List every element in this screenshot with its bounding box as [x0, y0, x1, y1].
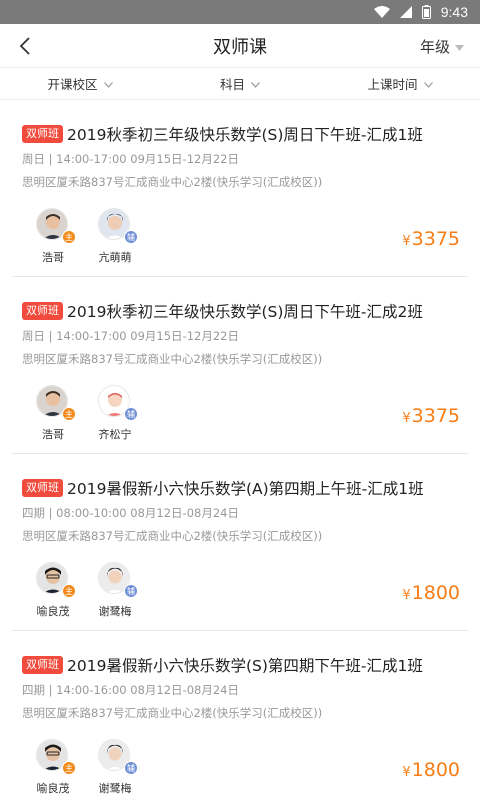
course-card[interactable]: 双师班 2019秋季初三年级快乐数学(S)周日下午班-汇成2班 周日 | 14:…: [12, 277, 468, 454]
course-schedule: 周日 | 14:00-17:00 09月15日-12月22日: [22, 152, 239, 166]
course-schedule: 四期 | 08:00-10:00 08月12日-08月24日: [22, 506, 239, 520]
teacher-role-badge: 辅: [124, 761, 138, 775]
teacher-name: 喻良茂: [36, 605, 70, 618]
status-time: 9:43: [440, 4, 468, 20]
chevron-down-icon: [423, 76, 433, 91]
teacher-name: 喻良茂: [36, 782, 70, 795]
grade-filter-button[interactable]: 年级: [420, 24, 464, 68]
teacher-role-badge: 辅: [124, 230, 138, 244]
teacher-list: 主 喻良茂 辅 谢鹭梅: [22, 739, 146, 796]
teacher[interactable]: 主 浩哥: [22, 208, 84, 265]
filter-class-time-label: 上课时间: [367, 77, 418, 92]
filter-bar: 开课校区 科目 上课时间: [0, 68, 480, 100]
back-button[interactable]: [10, 30, 40, 62]
course-type-badge: 双师班: [22, 302, 63, 320]
course-card[interactable]: 双师班 2019秋季初三年级快乐数学(S)周日下午班-汇成1班 周日 | 14:…: [12, 100, 468, 277]
battery-icon: [421, 5, 431, 19]
back-arrow-icon: [19, 37, 30, 55]
teacher[interactable]: 辅 齐松宁: [84, 385, 146, 442]
course-price: ¥1800: [402, 582, 460, 604]
price-value: 3375: [411, 405, 460, 427]
page-title: 双师课: [213, 36, 267, 58]
course-card[interactable]: 双师班 2019暑假新小六快乐数学(S)第四期下午班-汇成1班 四期 | 14:…: [12, 631, 468, 800]
filter-campus[interactable]: 开课校区: [0, 68, 160, 99]
filter-class-time[interactable]: 上课时间: [320, 68, 480, 99]
course-title: 2019秋季初三年级快乐数学(S)周日下午班-汇成1班: [67, 126, 423, 144]
course-header: 双师班 2019暑假新小六快乐数学(S)第四期下午班-汇成1班: [22, 654, 423, 676]
teacher-name: 亢萌萌: [98, 251, 132, 264]
filter-subject[interactable]: 科目: [160, 68, 320, 99]
course-title: 2019秋季初三年级快乐数学(S)周日下午班-汇成2班: [67, 303, 423, 321]
teacher-role-badge: 辅: [124, 584, 138, 598]
nav-bar: 双师课 年级: [0, 24, 480, 68]
grade-filter-label: 年级: [419, 37, 450, 56]
course-price: ¥3375: [402, 228, 460, 250]
teacher-list: 主 浩哥 辅 亢萌萌: [22, 208, 146, 265]
course-type-badge: 双师班: [22, 125, 63, 143]
course-price: ¥1800: [402, 759, 460, 781]
teacher-list: 主 喻良茂 辅 谢鹭梅: [22, 562, 146, 619]
price-value: 1800: [411, 759, 460, 781]
course-title: 2019暑假新小六快乐数学(A)第四期上午班-汇成1班: [67, 480, 424, 498]
chevron-down-icon: [103, 76, 113, 91]
teacher[interactable]: 辅 亢萌萌: [84, 208, 146, 265]
teacher-name: 谢鹭梅: [98, 782, 132, 795]
wifi-icon: [373, 6, 390, 18]
price-value: 3375: [411, 228, 460, 250]
price-currency: ¥: [402, 411, 411, 426]
teacher-role-badge: 主: [62, 584, 76, 598]
course-schedule: 四期 | 14:00-16:00 08月12日-08月24日: [22, 683, 239, 697]
course-header: 双师班 2019秋季初三年级快乐数学(S)周日下午班-汇成2班: [22, 300, 423, 322]
course-schedule: 周日 | 14:00-17:00 09月15日-12月22日: [22, 329, 239, 343]
teacher-role-badge: 主: [62, 761, 76, 775]
status-bar: 9:43: [0, 0, 480, 24]
teacher-role-badge: 主: [62, 407, 76, 421]
price-value: 1800: [411, 582, 460, 604]
course-price: ¥3375: [402, 405, 460, 427]
teacher-role-badge: 主: [62, 230, 76, 244]
course-list: 双师班 2019秋季初三年级快乐数学(S)周日下午班-汇成1班 周日 | 14:…: [0, 100, 480, 800]
price-currency: ¥: [402, 234, 411, 249]
course-address: 思明区厦禾路837号汇成商业中心2楼(快乐学习(汇成校区)): [22, 529, 323, 543]
course-address: 思明区厦禾路837号汇成商业中心2楼(快乐学习(汇成校区)): [22, 706, 323, 720]
teacher-name: 谢鹭梅: [98, 605, 132, 618]
course-card[interactable]: 双师班 2019暑假新小六快乐数学(A)第四期上午班-汇成1班 四期 | 08:…: [12, 454, 468, 631]
course-header: 双师班 2019秋季初三年级快乐数学(S)周日下午班-汇成1班: [22, 123, 423, 145]
teacher[interactable]: 辅 谢鹭梅: [84, 562, 146, 619]
caret-down-icon: [455, 37, 464, 55]
teacher-list: 主 浩哥 辅 齐松宁: [22, 385, 146, 442]
chevron-down-icon: [251, 76, 260, 91]
teacher-role-badge: 辅: [124, 407, 138, 421]
teacher-name: 齐松宁: [98, 428, 132, 441]
teacher[interactable]: 辅 谢鹭梅: [84, 739, 146, 796]
course-address: 思明区厦禾路837号汇成商业中心2楼(快乐学习(汇成校区)): [22, 175, 323, 189]
price-currency: ¥: [402, 765, 411, 780]
price-currency: ¥: [402, 588, 411, 603]
teacher-name: 浩哥: [42, 428, 64, 441]
course-address: 思明区厦禾路837号汇成商业中心2楼(快乐学习(汇成校区)): [22, 352, 323, 366]
teacher[interactable]: 主 喻良茂: [22, 739, 84, 796]
course-type-badge: 双师班: [22, 479, 63, 497]
filter-campus-label: 开课校区: [47, 77, 98, 92]
teacher[interactable]: 主 浩哥: [22, 385, 84, 442]
teacher[interactable]: 主 喻良茂: [22, 562, 84, 619]
course-title: 2019暑假新小六快乐数学(S)第四期下午班-汇成1班: [67, 657, 423, 675]
filter-subject-label: 科目: [219, 77, 245, 92]
course-header: 双师班 2019暑假新小六快乐数学(A)第四期上午班-汇成1班: [22, 477, 424, 499]
teacher-name: 浩哥: [42, 251, 64, 264]
signal-icon: [399, 6, 412, 18]
course-type-badge: 双师班: [22, 656, 63, 674]
